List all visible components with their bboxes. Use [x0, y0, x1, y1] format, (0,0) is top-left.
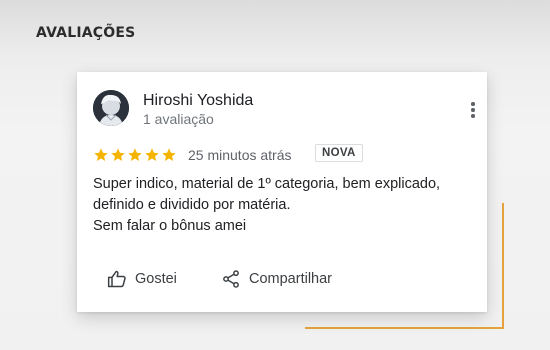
star-icon: [110, 147, 126, 163]
review-time: 25 minutos atrás: [188, 147, 292, 163]
share-label: Compartilhar: [249, 271, 332, 287]
more-vert-icon: [471, 102, 475, 106]
avatar-image: [93, 90, 129, 126]
thumb-up-icon: [107, 270, 126, 288]
review-text: Super indico, material de 1º categoria, …: [93, 174, 485, 237]
avatar[interactable]: [93, 90, 129, 126]
like-button[interactable]: Gostei: [107, 269, 177, 289]
review-card: Hiroshi Yoshida 1 avaliação 25 minutos a…: [77, 72, 487, 312]
review-text-line: Super indico, material de 1º categoria, …: [93, 176, 441, 192]
review-text-line: Sem falar o bônus amei: [93, 218, 247, 234]
like-label: Gostei: [135, 271, 177, 287]
star-icon: [127, 147, 143, 163]
share-button[interactable]: Compartilhar: [221, 269, 332, 289]
share-icon: [223, 270, 239, 288]
new-badge: NOVA: [315, 144, 363, 162]
section-heading: AVALIAÇÕES: [36, 25, 136, 41]
review-text-line: definido e dividido por matéria.: [93, 197, 291, 213]
accent-line-horizontal: [305, 327, 504, 329]
star-rating: [93, 147, 177, 163]
star-icon: [161, 147, 177, 163]
accent-line-vertical: [502, 203, 504, 329]
review-count: 1 avaliação: [143, 111, 214, 127]
star-icon: [144, 147, 160, 163]
reviewer-name[interactable]: Hiroshi Yoshida: [143, 92, 253, 110]
star-icon: [93, 147, 109, 163]
more-options-button[interactable]: [463, 100, 483, 120]
